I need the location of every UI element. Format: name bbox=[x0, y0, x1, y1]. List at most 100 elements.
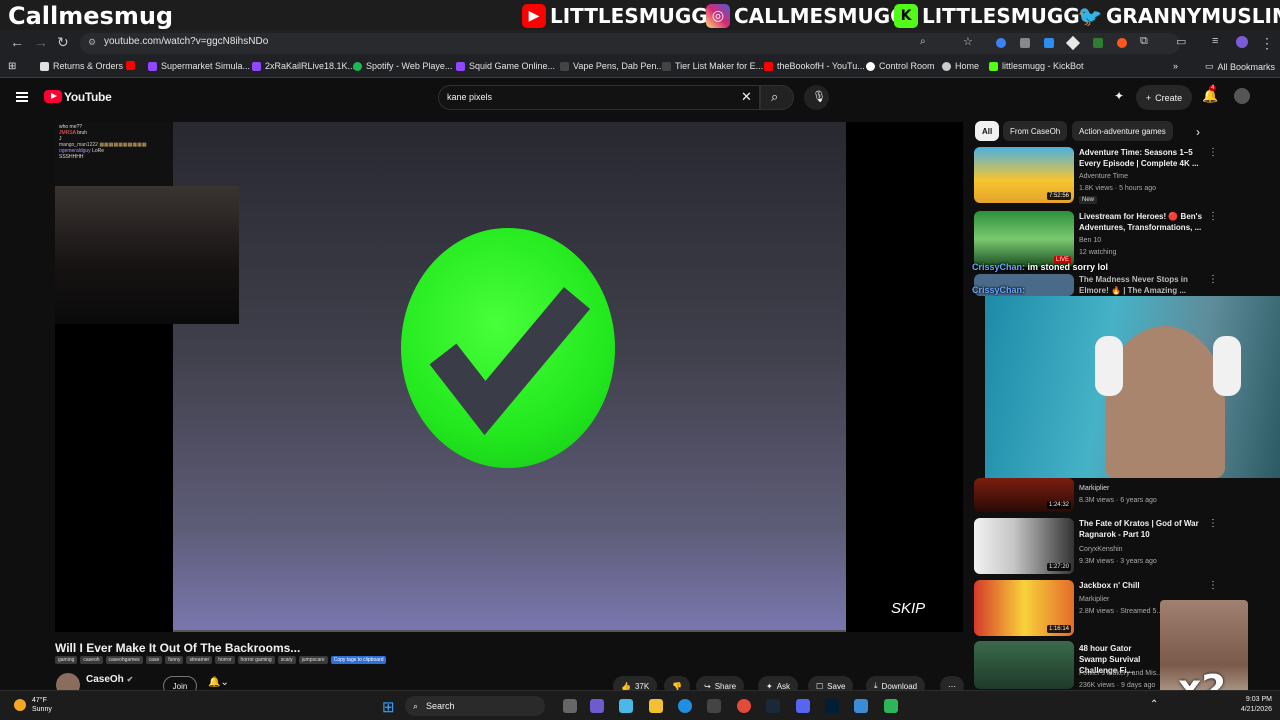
bookmark-item[interactable]: Squid Game Online... bbox=[456, 61, 555, 71]
bookmark-item[interactable]: Home bbox=[942, 61, 979, 71]
tag[interactable]: horror bbox=[215, 656, 235, 664]
bookmark-item[interactable]: Tier List Maker for E... bbox=[662, 61, 763, 71]
extension-icon[interactable]: ✦ bbox=[1114, 89, 1124, 103]
thumbnail[interactable]: 1:27:20 bbox=[974, 518, 1074, 574]
teams-icon[interactable] bbox=[590, 699, 604, 713]
tag[interactable]: scary bbox=[277, 656, 296, 664]
clear-search-icon[interactable]: ✕ bbox=[741, 89, 752, 105]
bookmark-item[interactable]: 2xRaKailRLive18.1K... bbox=[252, 61, 355, 71]
channel-name[interactable]: CaseOh ✔ bbox=[86, 674, 133, 685]
tag[interactable]: case bbox=[145, 656, 163, 664]
chip-from-caseoh[interactable]: From CaseOh bbox=[1003, 121, 1068, 141]
side-panel-icon[interactable]: ▭ bbox=[1176, 35, 1186, 48]
bookmark-item[interactable] bbox=[126, 61, 135, 70]
thumbnail[interactable] bbox=[974, 641, 1074, 689]
recommended-title[interactable]: Jackbox n' Chill bbox=[1079, 580, 1203, 591]
site-info-icon[interactable]: ⚙ bbox=[88, 37, 96, 48]
reload-icon[interactable]: ↻ bbox=[57, 34, 69, 51]
recommended-title[interactable]: The Madness Never Stops in Elmore! 🔥 | T… bbox=[1079, 274, 1203, 296]
tag[interactable]: caseohgames bbox=[105, 656, 143, 664]
extension-icon[interactable] bbox=[1117, 38, 1127, 48]
thumbnail[interactable]: LIVE bbox=[974, 211, 1074, 267]
copilot-icon[interactable] bbox=[619, 699, 633, 713]
skip-label[interactable]: SKIP bbox=[891, 600, 925, 617]
chevron-right-icon[interactable]: » bbox=[1173, 61, 1178, 71]
tag[interactable]: funny bbox=[165, 656, 184, 664]
more-options-icon[interactable]: ⋮ bbox=[1208, 211, 1218, 222]
chip-all[interactable]: All bbox=[975, 121, 1000, 141]
chrome-icon[interactable] bbox=[737, 699, 751, 713]
back-arrow-icon[interactable]: ← bbox=[10, 34, 24, 50]
search-input-value[interactable]: kane pixels bbox=[447, 92, 492, 102]
bookmark-star-icon[interactable]: ☆ bbox=[963, 35, 973, 48]
progress-bar[interactable] bbox=[173, 630, 846, 632]
weather-widget[interactable]: 47°F Sunny bbox=[14, 696, 52, 714]
tag[interactable]: horror gaming bbox=[237, 656, 275, 664]
chevron-right-icon[interactable]: › bbox=[1196, 125, 1200, 139]
store-icon[interactable] bbox=[707, 699, 721, 713]
voice-search-button[interactable]: 🎙 bbox=[804, 85, 829, 110]
tag[interactable]: streamer bbox=[186, 656, 213, 664]
recommended-title[interactable]: The Fate of Kratos | God of War Ragnarok… bbox=[1079, 518, 1203, 540]
reading-list-icon[interactable]: ≡ bbox=[1212, 35, 1218, 47]
create-button[interactable]: + Create bbox=[1136, 85, 1192, 110]
recommended-title[interactable]: Adventure Time: Seasons 1–5 Every Episod… bbox=[1079, 147, 1203, 169]
url-text[interactable]: youtube.com/watch?v=ggcN8ihsNDo bbox=[104, 36, 268, 47]
menu-hamburger-icon[interactable] bbox=[16, 92, 28, 102]
youtube-logo-text[interactable]: YouTube bbox=[64, 90, 112, 104]
forward-arrow-icon[interactable]: → bbox=[34, 34, 48, 50]
video-player[interactable]: who me?? JMRSA bruh J mango_man1222 ▦▦▦▦… bbox=[55, 122, 963, 632]
tag[interactable]: gaming bbox=[55, 656, 78, 664]
thumbnail[interactable]: 1:16:14 bbox=[974, 580, 1074, 636]
edge-icon[interactable] bbox=[678, 699, 692, 713]
account-avatar[interactable] bbox=[1234, 88, 1250, 104]
bookmark-item[interactable]: Control Room bbox=[866, 61, 935, 71]
more-options-icon[interactable]: ⋮ bbox=[1208, 147, 1218, 158]
chevron-up-icon[interactable]: ⌃ bbox=[1150, 699, 1158, 710]
more-options-icon[interactable]: ⋮ bbox=[1208, 580, 1218, 591]
recommended-channel[interactable]: Fowler's Makery and Mis... bbox=[1079, 668, 1162, 679]
task-view-icon[interactable] bbox=[563, 699, 577, 713]
photoshop-icon[interactable] bbox=[825, 699, 839, 713]
recommended-channel[interactable]: Ben 10 bbox=[1079, 235, 1101, 246]
bookmark-item[interactable]: Supermarket Simula... bbox=[148, 61, 250, 71]
extensions-puzzle-icon[interactable]: ⧉ bbox=[1140, 35, 1148, 48]
extension-icon[interactable] bbox=[1093, 38, 1103, 48]
windows-start-icon[interactable]: ⊞ bbox=[382, 698, 395, 716]
recommended-channel[interactable]: Markiplier bbox=[1079, 483, 1109, 494]
extension-icon[interactable] bbox=[996, 38, 1006, 48]
app-icon[interactable] bbox=[884, 699, 898, 713]
bookmark-item[interactable]: littlesmugg - KickBot bbox=[989, 61, 1084, 71]
copy-tags-button[interactable]: Copy tags to clipboard bbox=[330, 656, 387, 664]
bookmark-item[interactable]: theBookofH - YouTu... bbox=[764, 61, 865, 71]
all-bookmarks[interactable]: ▭ All Bookmarks bbox=[1205, 61, 1275, 72]
youtube-logo-icon[interactable] bbox=[44, 90, 62, 103]
profile-avatar-icon[interactable] bbox=[1236, 36, 1248, 48]
recommended-channel[interactable]: Adventure Time bbox=[1079, 171, 1128, 182]
system-clock[interactable]: 9:03 PM 4/21/2026 bbox=[1236, 695, 1272, 715]
recommended-channel[interactable]: Markiplier bbox=[1079, 594, 1109, 605]
search-input[interactable]: kane pixels ✕ bbox=[438, 85, 760, 110]
zoom-icon[interactable]: ⌕ bbox=[920, 36, 926, 47]
extension-icon[interactable] bbox=[1020, 38, 1030, 48]
file-explorer-icon[interactable] bbox=[649, 699, 663, 713]
recommended-channel[interactable]: CoryxKenshin bbox=[1079, 544, 1123, 555]
notepad-icon[interactable] bbox=[854, 699, 868, 713]
steam-icon[interactable] bbox=[766, 699, 780, 713]
subscribe-bell-icon[interactable]: 🔔⌄ bbox=[208, 677, 229, 688]
extension-icon[interactable] bbox=[1044, 38, 1054, 48]
taskbar-search[interactable]: ⌕ Search bbox=[405, 696, 545, 716]
search-button[interactable]: ⌕ bbox=[760, 85, 794, 110]
bookmark-item[interactable]: Spotify - Web Playe... bbox=[353, 61, 452, 71]
thumbnail[interactable]: 7:52:56 bbox=[974, 147, 1074, 203]
chip-action-adventure[interactable]: Action-adventure games bbox=[1072, 121, 1173, 141]
browser-menu-icon[interactable]: ⋮ bbox=[1260, 35, 1274, 52]
bookmark-item[interactable]: Returns & Orders bbox=[40, 61, 123, 71]
more-options-icon[interactable]: ⋮ bbox=[1208, 274, 1218, 285]
apps-grid-icon[interactable]: ⊞ bbox=[8, 61, 16, 72]
recommended-title[interactable]: Livestream for Heroes! 🔴 Ben's Adventure… bbox=[1079, 211, 1203, 233]
bookmark-item[interactable]: Vape Pens, Dab Pen... bbox=[560, 61, 664, 71]
thumbnail[interactable]: 1:24:32 bbox=[974, 478, 1074, 512]
discord-icon[interactable] bbox=[796, 699, 810, 713]
tag[interactable]: jumpscare bbox=[298, 656, 328, 664]
